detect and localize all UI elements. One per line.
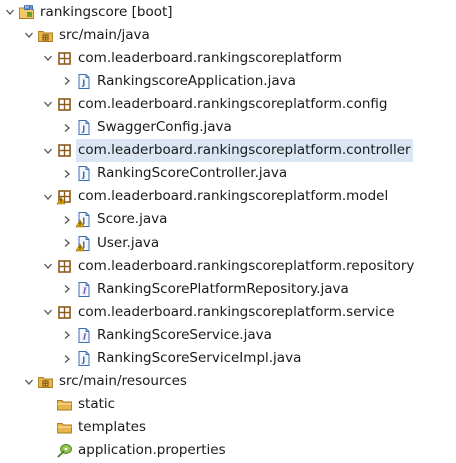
package-warning-icon bbox=[56, 188, 73, 205]
tree-item[interactable]: J User.java bbox=[0, 232, 456, 255]
tree-item[interactable]: src/main/java bbox=[0, 24, 456, 47]
tree-item-label: RankingScoreService.java bbox=[97, 326, 272, 343]
java-file-icon: J bbox=[75, 350, 92, 367]
tree-item[interactable]: I RankingScoreService.java bbox=[0, 324, 456, 347]
package-icon bbox=[56, 258, 73, 275]
java-file-icon: J bbox=[75, 73, 92, 90]
tree-item-label: src/main/java bbox=[59, 26, 150, 43]
svg-text:I: I bbox=[82, 285, 87, 295]
tree-item[interactable]: J Score.java bbox=[0, 208, 456, 231]
tree-item-label: SwaggerConfig.java bbox=[97, 119, 232, 135]
tree-item-label: static bbox=[78, 396, 116, 413]
collapse-arrow-icon[interactable] bbox=[41, 139, 55, 162]
expand-arrow-icon[interactable] bbox=[60, 232, 74, 255]
tree-item-label: com.leaderboard.rankingscoreplatform.rep… bbox=[78, 257, 415, 274]
package-icon bbox=[56, 304, 73, 321]
tree-item[interactable]: com.leaderboard.rankingscoreplatform.ser… bbox=[0, 301, 456, 324]
collapse-arrow-icon[interactable] bbox=[22, 24, 36, 47]
tree-item[interactable]: src/main/resources bbox=[0, 370, 456, 393]
tree-item[interactable]: J RankingScoreServiceImpl.java bbox=[0, 347, 456, 370]
svg-text:J: J bbox=[81, 356, 85, 365]
tree-item-label: RankingScoreController.java bbox=[97, 165, 288, 182]
java-file-icon: J bbox=[75, 165, 92, 182]
java-file-warning-icon: J bbox=[75, 211, 92, 228]
expand-arrow-icon[interactable] bbox=[60, 324, 74, 347]
collapse-arrow-icon[interactable] bbox=[22, 370, 36, 393]
java-file-icon: J bbox=[75, 119, 92, 136]
tree-item[interactable]: com.leaderboard.rankingscoreplatform.con… bbox=[0, 139, 456, 163]
tree-item[interactable]: M J rankingscore [boot] bbox=[0, 1, 456, 24]
package-icon bbox=[56, 96, 73, 113]
folder-icon bbox=[56, 396, 73, 413]
folder-icon bbox=[56, 419, 73, 436]
tree-item-label: application.properties bbox=[78, 442, 226, 459]
tree-item-label: com.leaderboard.rankingscoreplatform.con… bbox=[78, 95, 388, 112]
tree-item[interactable]: com.leaderboard.rankingscoreplatform.mod… bbox=[0, 185, 456, 208]
java-interface-icon: I bbox=[75, 327, 92, 344]
collapse-arrow-icon[interactable] bbox=[41, 93, 55, 116]
tree-item-label: User.java bbox=[97, 234, 160, 251]
java-project-icon: M J bbox=[18, 4, 35, 21]
tree-item[interactable]: com.leaderboard.rankingscoreplatform bbox=[0, 47, 456, 70]
java-interface-icon: I bbox=[75, 281, 92, 298]
collapse-arrow-icon[interactable] bbox=[41, 47, 55, 70]
tree-item-label: com.leaderboard.rankingscoreplatform.mod… bbox=[78, 188, 389, 205]
tree-item-label: src/main/resources bbox=[59, 373, 187, 390]
project-explorer-tree: M J rankingscore [boot] src/main/java com.l… bbox=[0, 0, 456, 463]
tree-item[interactable]: I RankingScorePlatformRepository.java bbox=[0, 278, 456, 301]
collapse-arrow-icon[interactable] bbox=[3, 1, 17, 24]
source-folder-icon bbox=[37, 373, 54, 390]
java-file-warning-icon: J bbox=[75, 235, 92, 252]
tree-item[interactable]: application.properties bbox=[0, 439, 456, 462]
svg-text:J: J bbox=[81, 171, 85, 180]
tree-item-label: com.leaderboard.rankingscoreplatform.ser… bbox=[78, 303, 395, 320]
svg-text:M J: M J bbox=[25, 5, 32, 11]
tree-item-label: Score.java bbox=[97, 211, 168, 228]
svg-text:I: I bbox=[82, 331, 87, 341]
tree-item[interactable]: com.leaderboard.rankingscoreplatform.rep… bbox=[0, 255, 456, 278]
collapse-arrow-icon[interactable] bbox=[41, 185, 55, 208]
collapse-arrow-icon[interactable] bbox=[41, 301, 55, 324]
properties-file-icon bbox=[56, 442, 73, 459]
expand-arrow-icon[interactable] bbox=[60, 70, 74, 93]
tree-item[interactable]: static bbox=[0, 393, 456, 416]
svg-text:J: J bbox=[81, 78, 85, 87]
source-folder-icon bbox=[37, 27, 54, 44]
tree-item-label: templates bbox=[78, 419, 146, 436]
tree-item-label: com.leaderboard.rankingscoreplatform.con… bbox=[76, 139, 413, 163]
tree-item[interactable]: templates bbox=[0, 416, 456, 439]
tree-item-label: rankingscore [boot] bbox=[40, 3, 173, 20]
expand-arrow-icon[interactable] bbox=[60, 208, 74, 231]
expand-arrow-icon[interactable] bbox=[60, 116, 74, 139]
tree-item-label: com.leaderboard.rankingscoreplatform bbox=[78, 49, 342, 66]
tree-item[interactable]: com.leaderboard.rankingscoreplatform.con… bbox=[0, 93, 456, 116]
tree-item-label: RankingScoreServiceImpl.java bbox=[97, 350, 302, 366]
package-icon bbox=[56, 142, 73, 159]
expand-arrow-icon[interactable] bbox=[60, 278, 74, 301]
expand-arrow-icon[interactable] bbox=[60, 162, 74, 185]
expand-arrow-icon[interactable] bbox=[60, 347, 74, 370]
collapse-arrow-icon[interactable] bbox=[41, 255, 55, 278]
tree-item[interactable]: J SwaggerConfig.java bbox=[0, 116, 456, 139]
tree-item-label: RankingScorePlatformRepository.java bbox=[97, 280, 349, 297]
tree-item[interactable]: J RankingScoreController.java bbox=[0, 162, 456, 185]
tree-item-label: RankingscoreApplication.java bbox=[97, 72, 296, 89]
tree-item[interactable]: J RankingscoreApplication.java bbox=[0, 70, 456, 93]
package-icon bbox=[56, 50, 73, 67]
svg-text:J: J bbox=[81, 125, 85, 134]
